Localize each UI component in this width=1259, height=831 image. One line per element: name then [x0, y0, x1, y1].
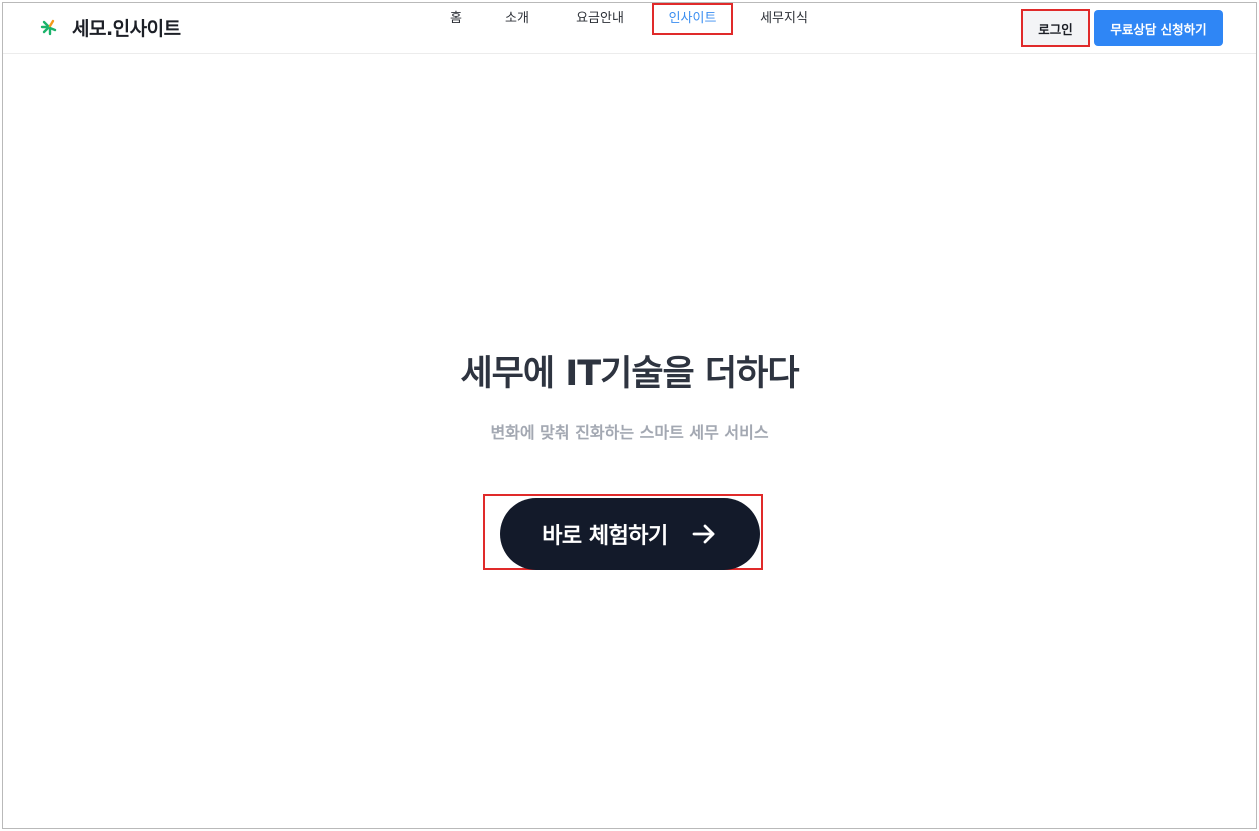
- login-button[interactable]: 로그인: [1021, 9, 1090, 47]
- try-now-button[interactable]: 바로 체험하기: [500, 498, 760, 570]
- page-frame: 세모.인사이트 홈 소개 요금안내 인사이트 세무지식 로그인 무료상담 신청하…: [2, 2, 1257, 829]
- logo-icon: [40, 19, 57, 36]
- nav-home[interactable]: 홈: [446, 3, 466, 35]
- logo[interactable]: 세모.인사이트: [36, 12, 181, 42]
- nav-about[interactable]: 소개: [502, 3, 532, 35]
- arrow-right-icon: [692, 524, 715, 544]
- free-consultation-button[interactable]: 무료상담 신청하기: [1094, 10, 1223, 46]
- try-now-label: 바로 체험하기: [542, 524, 668, 549]
- hero-title: 세무에 IT기술을 더하다: [460, 354, 799, 394]
- nav-tax-knowledge[interactable]: 세무지식: [754, 3, 814, 35]
- hero-subtitle: 변화에 맞춰 진화하는 스마트 세무 서비스: [490, 423, 769, 442]
- logo-text: 세모.인사이트: [72, 17, 181, 40]
- nav-pricing[interactable]: 요금안내: [571, 3, 629, 35]
- site-header: 세모.인사이트 홈 소개 요금안내 인사이트 세무지식 로그인 무료상담 신청하…: [3, 3, 1256, 54]
- nav-insight[interactable]: 인사이트: [652, 3, 733, 35]
